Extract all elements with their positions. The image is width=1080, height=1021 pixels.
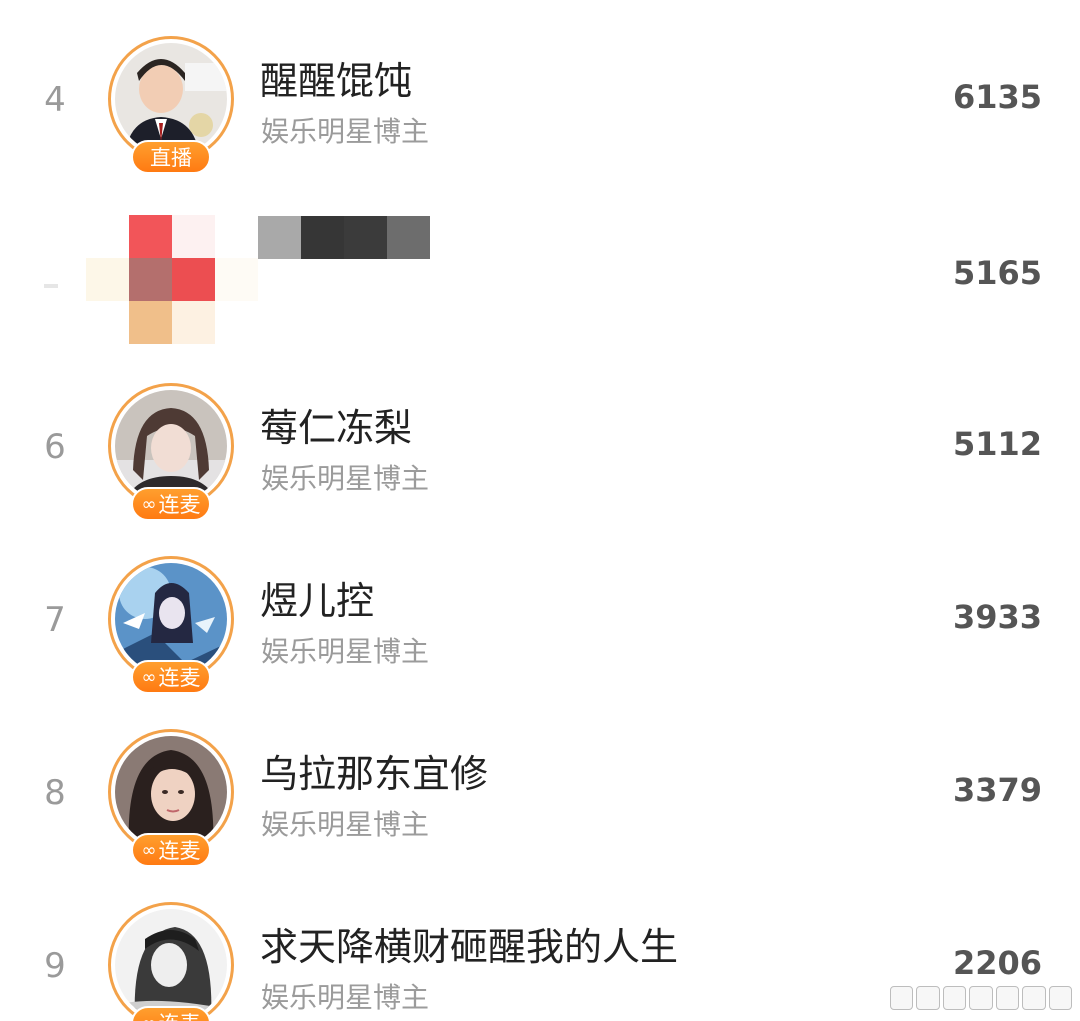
link-icon: ∞ bbox=[141, 493, 157, 515]
scroll-dot bbox=[969, 986, 993, 1010]
scroll-dot bbox=[890, 986, 914, 1010]
avatar[interactable]: ∞ 连麦 bbox=[108, 729, 234, 867]
score-value: 2206 bbox=[952, 944, 1042, 982]
avatar[interactable]: 直播 bbox=[108, 36, 234, 174]
score-value: 3379 bbox=[952, 771, 1042, 809]
live-badge[interactable]: 直播 bbox=[131, 140, 211, 174]
score-value: 6135 bbox=[952, 78, 1042, 116]
badge-label: 连麦 bbox=[158, 839, 201, 863]
user-name[interactable]: 莓仁冻梨 bbox=[260, 397, 412, 452]
list-item[interactable]: 5165 bbox=[0, 174, 1080, 347]
user-name[interactable]: 求天降横财砸醒我的人生 bbox=[260, 916, 678, 971]
avatar-image bbox=[115, 563, 227, 675]
avatar[interactable]: ∞ 连麦 bbox=[108, 902, 234, 1021]
rank-number: 7 bbox=[44, 600, 66, 640]
avatar-image bbox=[115, 390, 227, 502]
mic-link-badge[interactable]: ∞ 连麦 bbox=[131, 487, 211, 521]
link-icon: ∞ bbox=[142, 1013, 157, 1021]
mic-link-badge[interactable]: ∞ 连麦 bbox=[131, 833, 211, 867]
list-item[interactable]: 4 直播 醒醒馄饨 娱乐明星博主 6135 bbox=[0, 0, 1080, 174]
user-category: 娱乐明星博主 bbox=[261, 981, 430, 1014]
score-value: 3933 bbox=[952, 598, 1042, 636]
badge-label: 连麦 bbox=[158, 666, 201, 690]
avatar-image bbox=[115, 43, 227, 155]
avatar[interactable]: ∞ 连麦 bbox=[108, 556, 234, 694]
scroll-dot bbox=[1048, 986, 1072, 1010]
list-item[interactable]: 7 ∞ 连麦 煜儿控 娱乐明星博主 3933 bbox=[0, 520, 1080, 694]
badge-label: 连麦 bbox=[159, 1008, 201, 1021]
ranking-list: 4 直播 醒醒馄饨 娱乐明星博主 6135 5165 6 ∞ 连麦 莓仁冻梨 娱… bbox=[0, 0, 1080, 1021]
user-category: 娱乐明星博主 bbox=[261, 115, 430, 148]
rank-number: 6 bbox=[44, 427, 66, 467]
score-value: 5112 bbox=[952, 425, 1042, 463]
user-category: 娱乐明星博主 bbox=[261, 635, 430, 668]
avatar-image bbox=[115, 736, 227, 848]
user-name[interactable]: 醒醒馄饨 bbox=[260, 50, 412, 105]
scroll-dot bbox=[916, 986, 940, 1010]
badge-label: 连麦 bbox=[158, 493, 201, 517]
mic-link-badge[interactable]: ∞ 连麦 bbox=[131, 1006, 211, 1021]
scroll-indicator bbox=[890, 985, 1072, 1011]
rank-number: 4 bbox=[44, 80, 66, 120]
list-item[interactable]: 8 ∞ 连麦 乌拉那东宜修 娱乐明星博主 3379 bbox=[0, 693, 1080, 867]
user-name[interactable]: 乌拉那东宜修 bbox=[260, 743, 488, 798]
avatar[interactable]: ∞ 连麦 bbox=[108, 383, 234, 521]
list-item[interactable]: 6 ∞ 连麦 莓仁冻梨 娱乐明星博主 5112 bbox=[0, 347, 1080, 521]
link-icon: ∞ bbox=[141, 839, 157, 861]
avatar-image bbox=[115, 909, 227, 1021]
rank-number: 8 bbox=[44, 773, 66, 813]
mic-link-badge[interactable]: ∞ 连麦 bbox=[131, 660, 211, 694]
scroll-dot bbox=[942, 986, 967, 1010]
scroll-dot bbox=[995, 986, 1020, 1010]
score-value: 5165 bbox=[952, 254, 1042, 292]
rank-number: 9 bbox=[44, 946, 66, 986]
user-name[interactable]: 煜儿控 bbox=[260, 570, 374, 625]
user-category: 娱乐明星博主 bbox=[261, 808, 430, 841]
link-icon: ∞ bbox=[141, 666, 157, 688]
user-category: 娱乐明星博主 bbox=[261, 462, 430, 495]
badge-label: 直播 bbox=[150, 146, 192, 170]
scroll-dot bbox=[1022, 986, 1046, 1010]
